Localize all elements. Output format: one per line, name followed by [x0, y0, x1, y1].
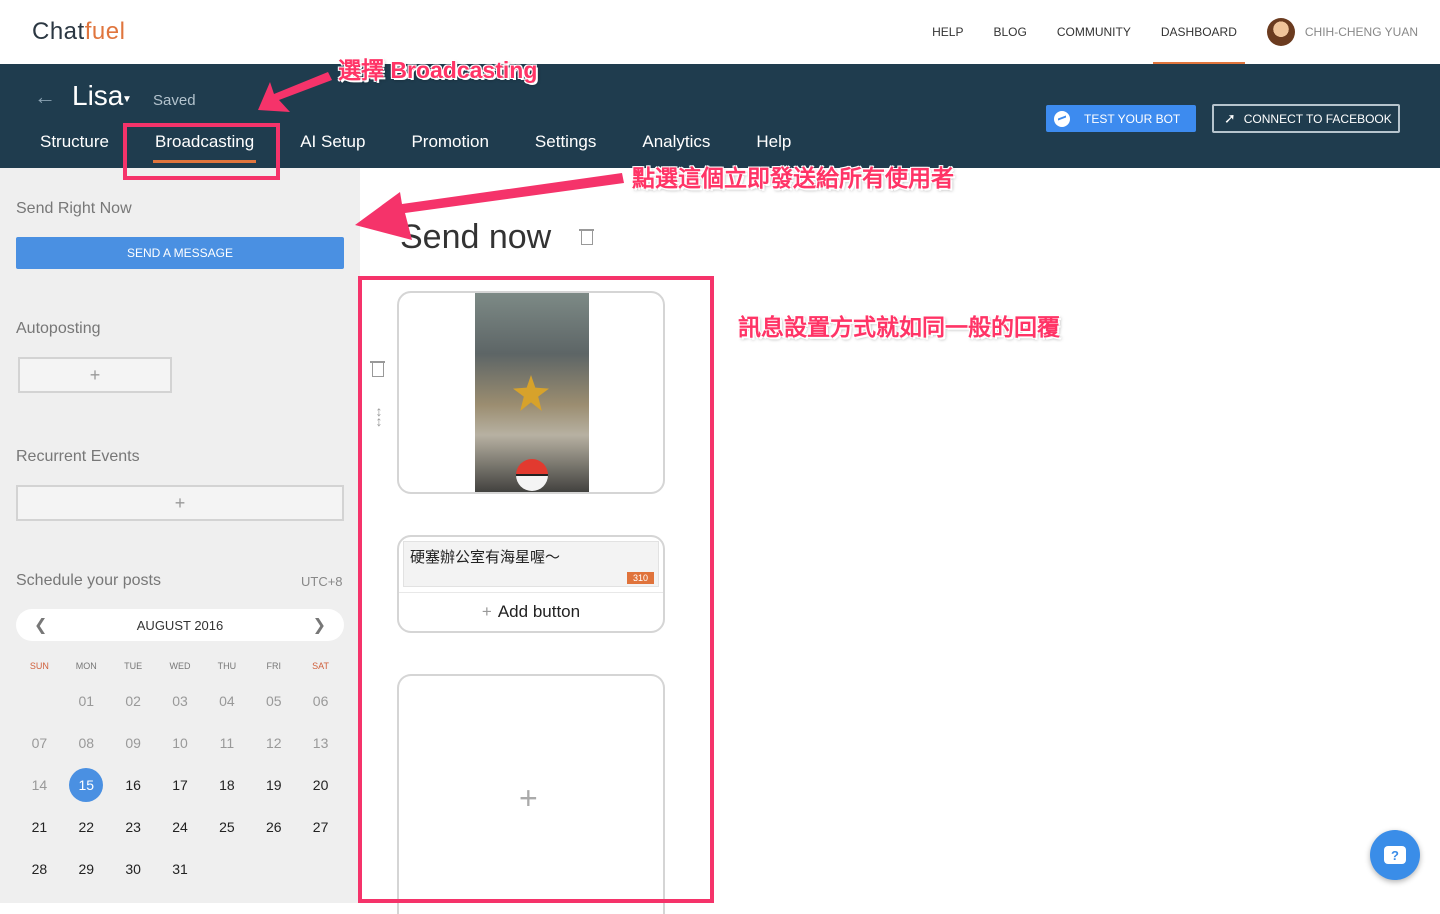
help-chat-button[interactable]: ? [1370, 830, 1420, 880]
calendar-week-row: 01 02 03 04 05 06 [16, 680, 344, 722]
add-autoposting-button[interactable]: + [18, 357, 172, 393]
nav-community-link[interactable]: COMMUNITY [1057, 0, 1131, 64]
weekday-label: WED [169, 661, 191, 671]
calendar-day[interactable]: 05 [250, 693, 297, 709]
calendar-day[interactable]: 13 [297, 735, 344, 751]
bot-name[interactable]: Lisa [72, 80, 123, 112]
tab-structure[interactable]: Structure [40, 132, 109, 152]
test-your-bot-label: TEST YOUR BOT [1084, 111, 1181, 126]
calendar-weekdays: SUN MON TUE WED THU FRI SAT [16, 652, 344, 680]
username[interactable]: CHIH-CHENG YUAN [1305, 25, 1418, 39]
calendar-day[interactable]: 11 [203, 735, 250, 751]
tab-analytics[interactable]: Analytics [642, 132, 710, 152]
calendar-day[interactable]: 03 [157, 693, 204, 709]
calendar-day[interactable]: 18 [203, 777, 250, 793]
question-icon: ? [1384, 846, 1406, 864]
weekday-label: SUN [29, 661, 49, 671]
autoposting-heading: Autoposting [16, 320, 101, 337]
calendar-day[interactable]: 30 [110, 861, 157, 877]
calendar-day[interactable]: 26 [250, 819, 297, 835]
tab-ai-setup[interactable]: AI Setup [300, 132, 365, 152]
calendar-day[interactable]: 04 [203, 693, 250, 709]
trash-icon[interactable] [579, 229, 594, 245]
connect-to-facebook-button[interactable]: ➚ CONNECT TO FACEBOOK [1212, 104, 1400, 133]
timezone-label: UTC+8 [301, 574, 343, 589]
annotation-select-broadcasting: 選擇 Broadcasting [338, 57, 538, 83]
chevron-right-icon[interactable]: ❯ [313, 615, 326, 635]
calendar-day[interactable]: 20 [297, 777, 344, 793]
broadcast-sidebar: Send Right Now SEND A MESSAGE Autopostin… [0, 168, 360, 903]
nav-blog-link[interactable]: BLOG [994, 0, 1027, 64]
calendar-day[interactable]: 27 [297, 819, 344, 835]
calendar-day[interactable]: 16 [110, 777, 157, 793]
send-right-now-heading: Send Right Now [16, 200, 132, 217]
calendar-day[interactable]: 21 [16, 819, 63, 835]
recurrent-events-heading: Recurrent Events [16, 448, 140, 465]
calendar-day-today[interactable]: 15 [69, 768, 104, 802]
chevron-left-icon[interactable]: ❮ [34, 615, 47, 635]
calendar-days: 01 02 03 04 05 06 07 08 09 10 11 12 13 14 15 16 17 18 19 20… [16, 680, 344, 890]
calendar-day[interactable]: 24 [157, 819, 204, 835]
weekday-label: FRI [266, 661, 281, 671]
calendar-week-row: 07 08 09 10 11 12 13 [16, 722, 344, 764]
calendar-day[interactable]: 31 [157, 861, 204, 877]
add-recurrent-event-button[interactable]: + [16, 485, 344, 521]
tab-help[interactable]: Help [756, 132, 791, 152]
logo-text: Chat [32, 18, 85, 45]
month-selector: ❮ AUGUST 2016 ❯ [16, 609, 344, 641]
tab-promotion[interactable]: Promotion [411, 132, 488, 152]
calendar-day[interactable]: 22 [63, 819, 110, 835]
calendar-day[interactable]: 09 [110, 735, 157, 751]
calendar: SUN MON TUE WED THU FRI SAT 01 02 03 04 05 06… [16, 652, 344, 890]
calendar-day[interactable]: 06 [297, 693, 344, 709]
schedule-heading: Schedule your posts [16, 572, 161, 589]
annotation-message-setup: 訊息設置方式就如同一般的回覆 [738, 314, 1060, 340]
month-label: AUGUST 2016 [136, 617, 224, 633]
chatfuel-logo[interactable]: Chatfuel [32, 18, 125, 46]
calendar-day[interactable]: 19 [250, 777, 297, 793]
top-links: HELP BLOG COMMUNITY DASHBOARD CHIH-CHENG… [932, 0, 1440, 64]
weekday-label: SAT [312, 661, 329, 671]
calendar-day[interactable]: 14 [16, 777, 63, 793]
calendar-day[interactable]: 10 [157, 735, 204, 751]
annotation-highlight-cards [358, 276, 714, 903]
plus-icon: + [174, 492, 186, 513]
nav-help-link[interactable]: HELP [932, 0, 963, 64]
calendar-day[interactable]: 29 [63, 861, 110, 877]
connect-to-facebook-label: CONNECT TO FACEBOOK [1243, 111, 1392, 126]
calendar-day[interactable]: 23 [110, 819, 157, 835]
calendar-day[interactable]: 02 [110, 693, 157, 709]
logo-text-accent: fuel [84, 18, 126, 45]
calendar-week-row: 28 29 30 31 [16, 848, 344, 890]
plus-icon: + [89, 364, 101, 385]
activity-icon: ➚ [1224, 110, 1236, 126]
calendar-day[interactable]: 28 [16, 861, 63, 877]
calendar-day[interactable]: 15 [63, 768, 110, 802]
calendar-day[interactable]: 01 [63, 693, 110, 709]
calendar-day[interactable]: 07 [16, 735, 63, 751]
messenger-icon [1054, 110, 1070, 127]
test-your-bot-button[interactable]: TEST YOUR BOT [1046, 105, 1196, 132]
tab-settings[interactable]: Settings [535, 132, 596, 152]
calendar-day[interactable]: 25 [203, 819, 250, 835]
annotation-highlight-tab [123, 123, 280, 180]
top-navbar: Chatfuel HELP BLOG COMMUNITY DASHBOARD C… [0, 0, 1440, 64]
page-title: Send now [400, 218, 552, 256]
save-status: Saved [153, 92, 196, 109]
calendar-day[interactable]: 12 [250, 735, 297, 751]
calendar-week-row: 21 22 23 24 25 26 27 [16, 806, 344, 848]
calendar-day[interactable]: 08 [63, 735, 110, 751]
nav-dashboard-link[interactable]: DASHBOARD [1152, 0, 1245, 64]
annotation-send-all: 點選這個立即發送給所有使用者 [632, 165, 954, 191]
calendar-day[interactable]: 17 [157, 777, 204, 793]
calendar-week-row: 14 15 16 17 18 19 20 [16, 764, 344, 806]
weekday-label: THU [217, 661, 237, 671]
weekday-label: MON [75, 661, 97, 671]
weekday-label: TUE [124, 661, 143, 671]
chevron-down-icon[interactable]: ▼ [122, 94, 132, 105]
back-arrow-icon[interactable]: ← [34, 84, 56, 110]
avatar[interactable] [1266, 18, 1295, 46]
send-a-message-button[interactable]: SEND A MESSAGE [16, 237, 344, 269]
